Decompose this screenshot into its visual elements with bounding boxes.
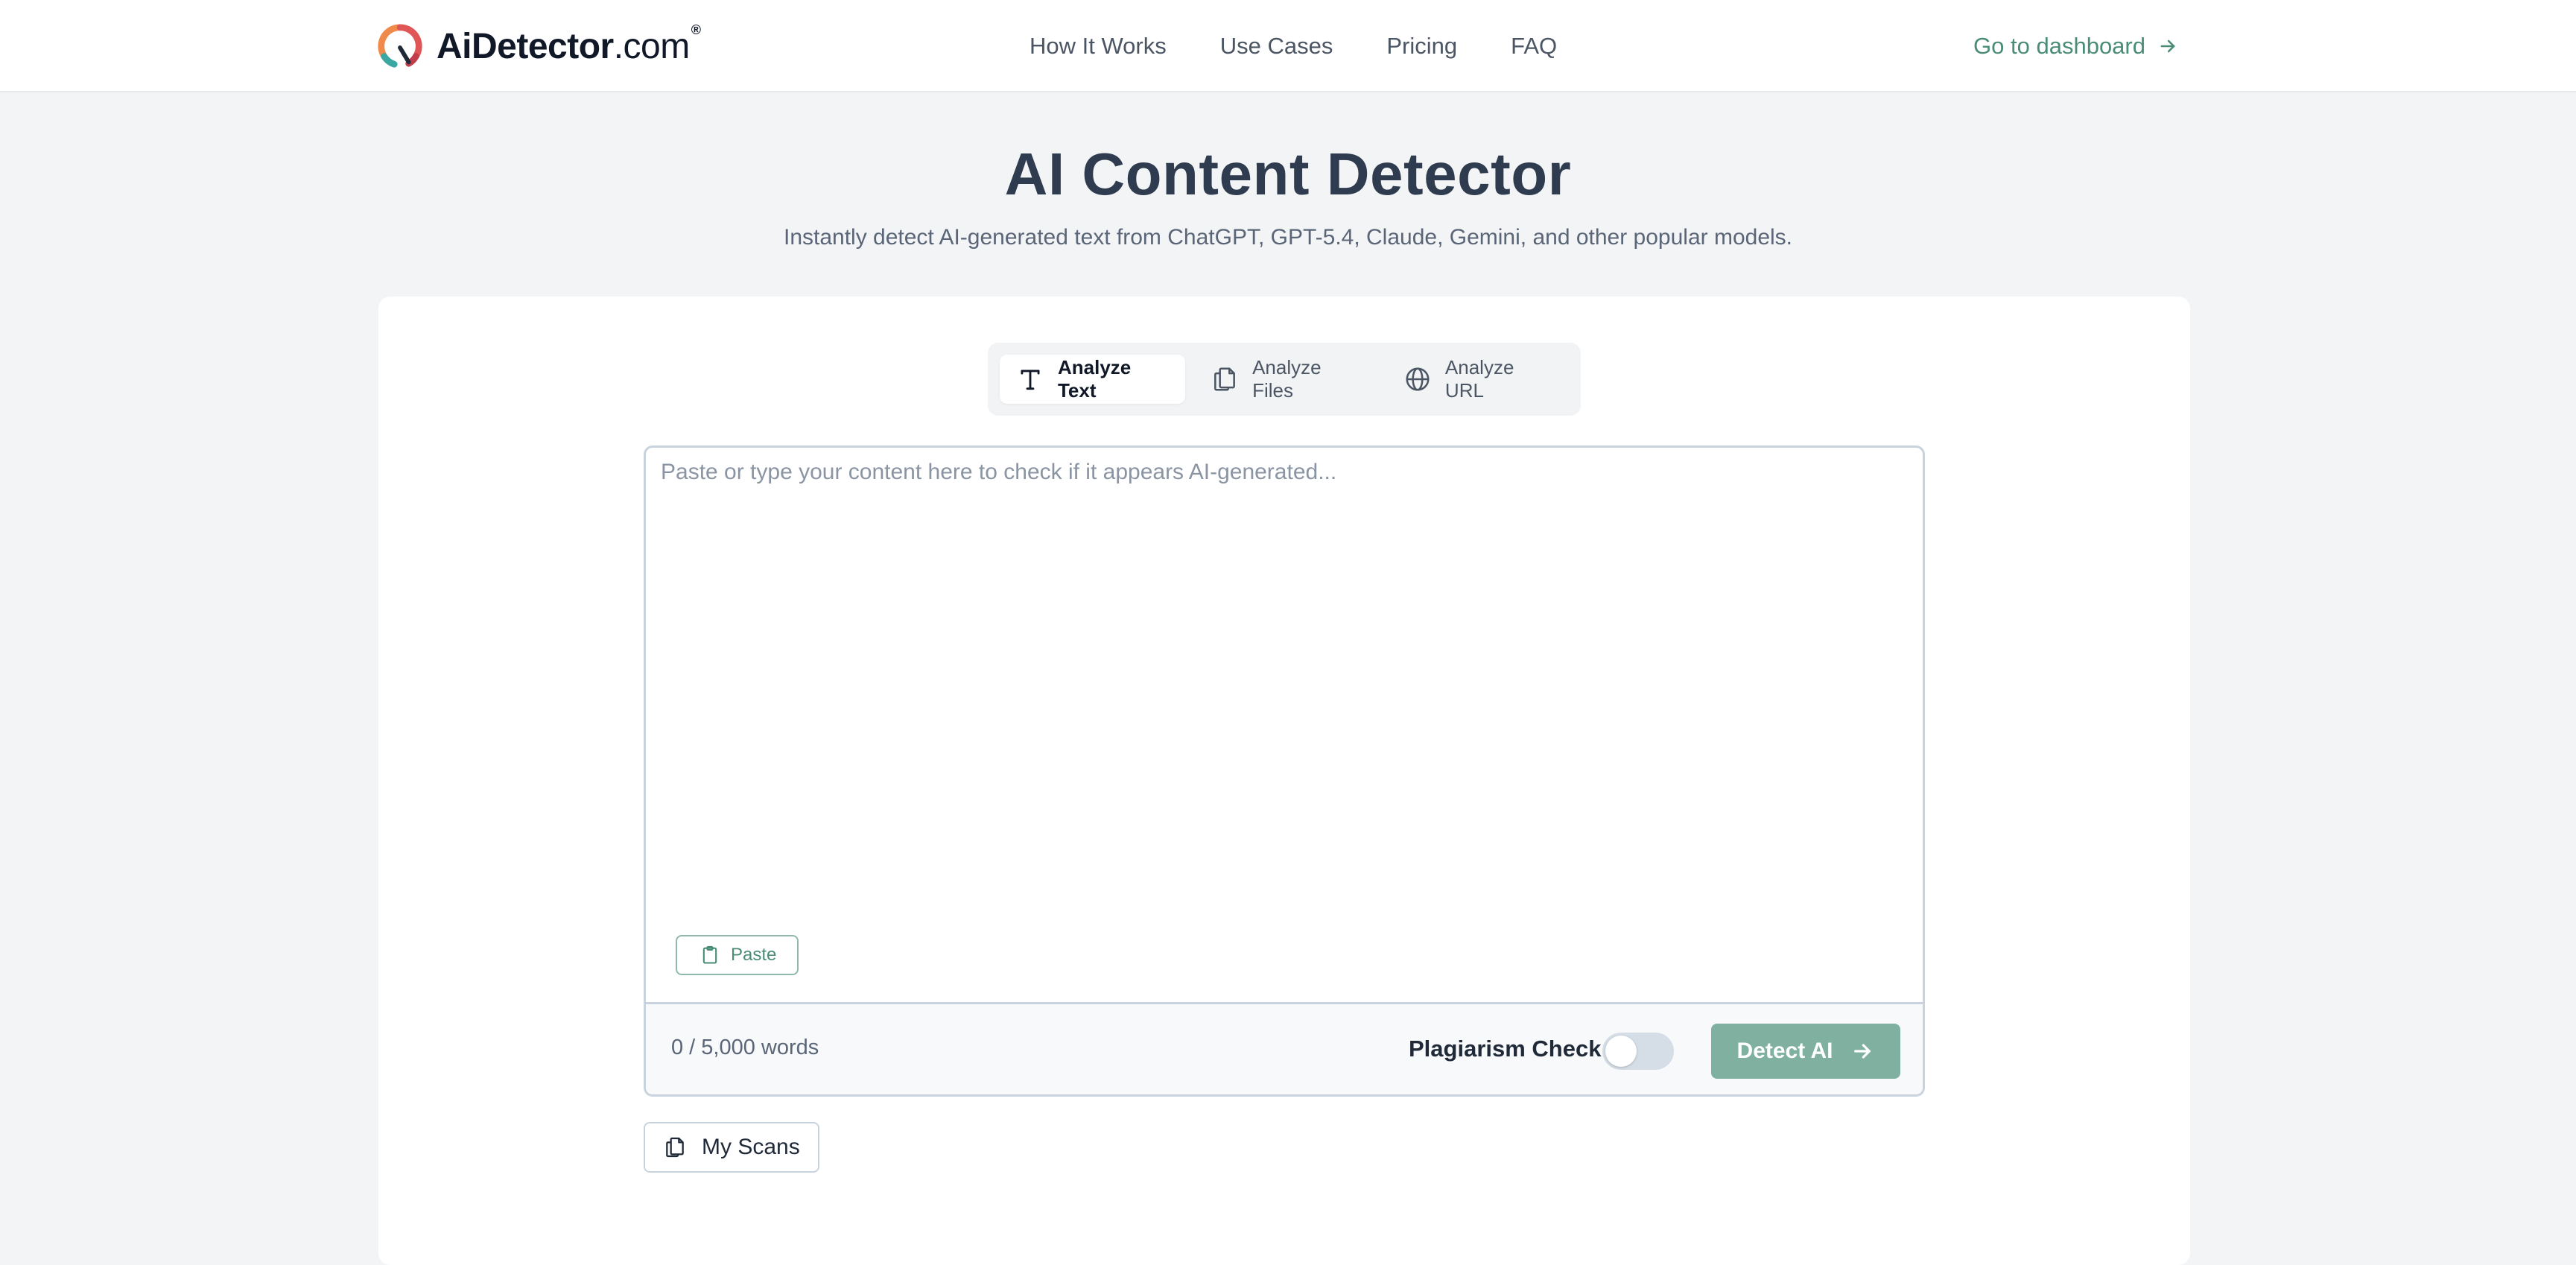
go-to-dashboard-label: Go to dashboard (1973, 33, 2145, 59)
main-nav: How It Works Use Cases Pricing FAQ (1030, 28, 1557, 64)
detect-ai-label: Detect AI (1736, 1039, 1833, 1063)
toggle-knob (1605, 1036, 1637, 1067)
tab-analyze-text-label: Analyze Text (1057, 356, 1132, 402)
detect-ai-button[interactable]: Detect AI (1711, 1024, 1900, 1079)
globe-icon (1406, 367, 1430, 391)
analyze-tabs: Analyze Text Analyze Files Analyze URL (988, 343, 1581, 416)
word-count: 0 / 5,000 words (671, 1036, 819, 1059)
tab-analyze-files-label: Analyze Files (1252, 356, 1322, 402)
logo-brand: AiDetector (437, 26, 614, 66)
nav-use-cases[interactable]: Use Cases (1220, 33, 1333, 60)
files-icon (1214, 367, 1236, 391)
paste-button[interactable]: Paste (676, 935, 799, 975)
text-editor: Paste 0 / 5,000 words Plagiarism Check D… (644, 446, 1925, 1097)
nav-faq[interactable]: FAQ (1511, 33, 1557, 60)
content-textarea[interactable] (646, 448, 1923, 1002)
clipboard-icon (702, 945, 717, 964)
nav-how-it-works[interactable]: How It Works (1030, 33, 1167, 60)
nav-pricing[interactable]: Pricing (1386, 33, 1457, 60)
logo-gauge-icon (378, 24, 422, 68)
plagiarism-toggle[interactable] (1602, 1033, 1674, 1070)
plagiarism-check-label: Plagiarism Check (1409, 1036, 1602, 1062)
logo-suffix: .com (613, 26, 691, 66)
my-scans-label: My Scans (702, 1135, 800, 1159)
my-scans-button[interactable]: My Scans (644, 1122, 819, 1173)
tab-analyze-files[interactable]: Analyze Files (1194, 355, 1378, 404)
paste-button-label: Paste (731, 945, 777, 965)
site-header: AiDetector .com ® How It Works Use Cases P… (0, 0, 2576, 92)
tab-analyze-url[interactable]: Analyze URL (1387, 355, 1569, 404)
tab-analyze-text[interactable]: Analyze Text (1000, 355, 1186, 404)
go-to-dashboard-link[interactable]: Go to dashboard (1973, 28, 2178, 64)
editor-footer: 0 / 5,000 words Plagiarism Check Detect … (646, 1002, 1923, 1094)
logo[interactable]: AiDetector .com ® (377, 22, 701, 70)
detector-card: Analyze Text Analyze Files Analyze URL P… (378, 297, 2190, 1265)
arrow-right-icon (1854, 1044, 1871, 1059)
logo-registered-mark: ® (691, 22, 701, 37)
arrow-right-icon (2160, 39, 2175, 53)
page-subtitle: Instantly detect AI-generated text from … (783, 225, 1793, 250)
files-icon (666, 1137, 684, 1158)
text-icon (1021, 370, 1040, 390)
tab-analyze-url-label: Analyze URL (1444, 356, 1514, 402)
page-title: AI Content Detector (1004, 141, 1572, 207)
